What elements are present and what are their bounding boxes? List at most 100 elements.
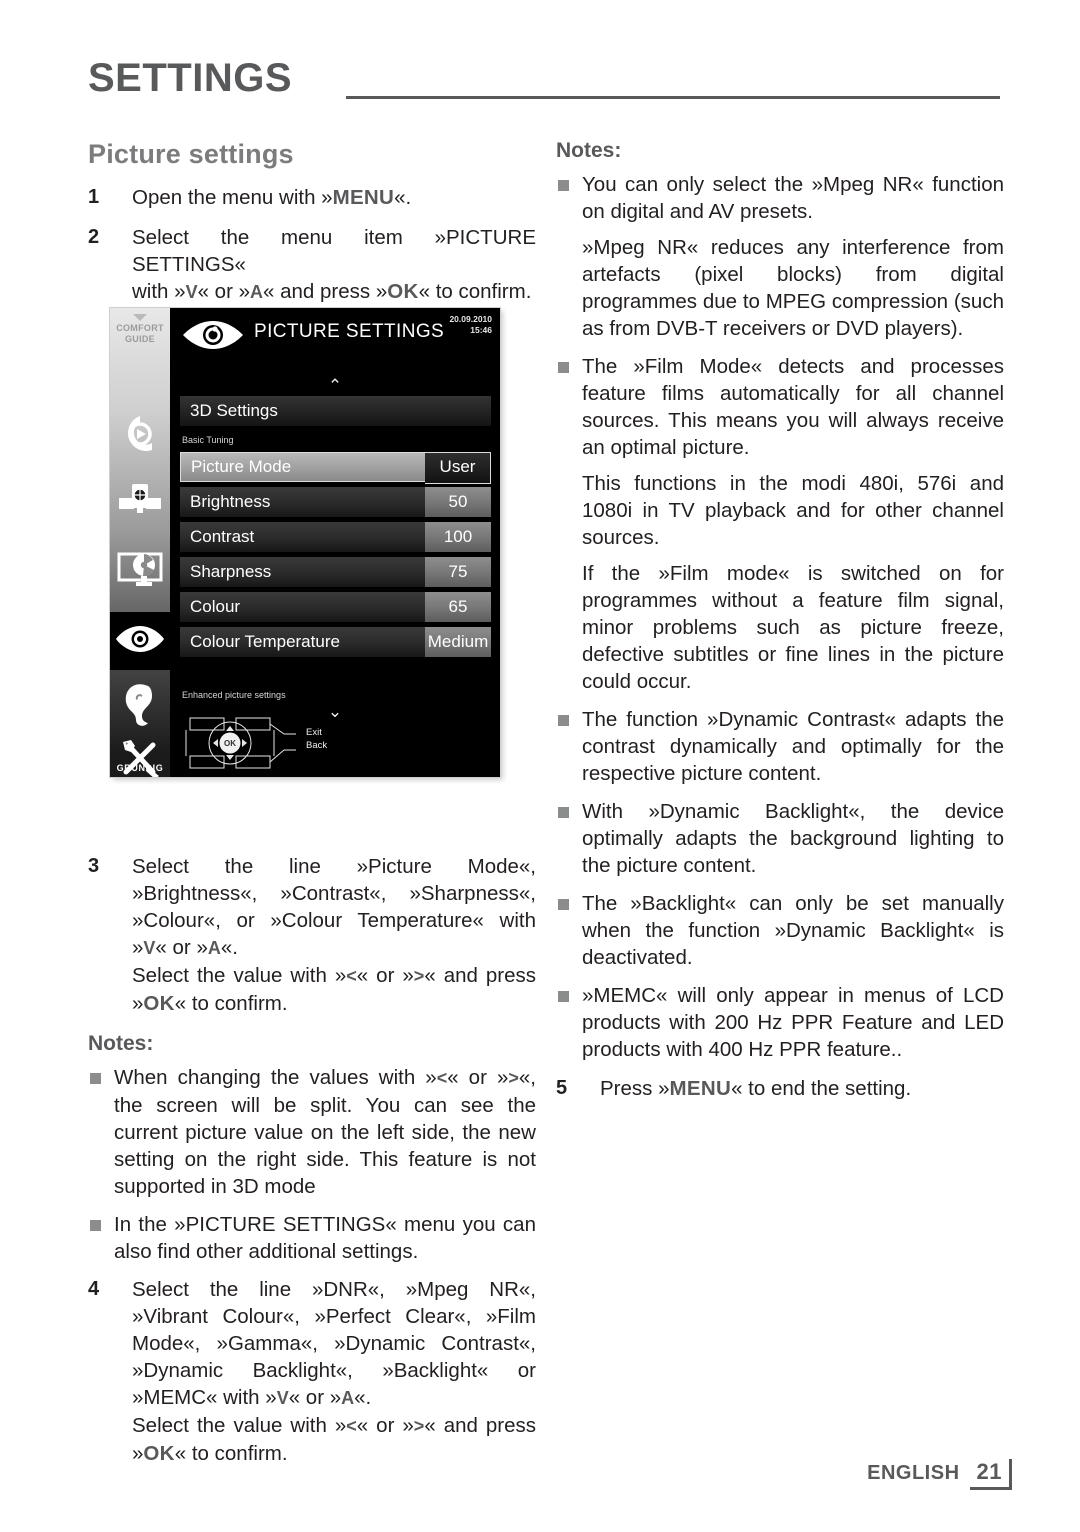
t: When changing the values with » — [114, 1066, 437, 1089]
note-text: The »Film Mode« detects and processes fe… — [582, 355, 1004, 459]
play-circle-icon — [127, 416, 152, 452]
comfort-guide-line-1: COMFORT — [116, 323, 164, 333]
menu-row-value: 65 — [425, 592, 491, 622]
bullet-square-icon — [558, 715, 569, 726]
step-5: 5 Press »MENU« to end the setting. — [556, 1075, 1004, 1102]
t: « or » — [288, 1386, 342, 1409]
step-3: 3 Select the line »Picture Mode«, »Brigh… — [88, 853, 536, 1017]
arrow-left-icon: < — [436, 1068, 448, 1088]
menu-row-3d-settings[interactable]: 3D Settings — [180, 396, 491, 426]
sidebar-item-media-play[interactable] — [110, 412, 170, 456]
menu-row[interactable]: Brightness 50 — [180, 487, 491, 517]
step-3-line-1: Select the line »Picture Mode«, »Brightn… — [132, 853, 536, 962]
caret-down-icon — [133, 314, 147, 321]
t: «. — [354, 1386, 372, 1409]
tv-menu-title: PICTURE SETTINGS — [254, 321, 445, 342]
bullet-square-icon — [558, 362, 569, 373]
note-item: In the »PICTURE SETTINGS« menu you can a… — [88, 1211, 536, 1265]
step-number: 4 — [88, 1278, 100, 1300]
page-footer: ENGLISH 21 — [867, 1459, 1012, 1490]
menu-group-enhanced: Enhanced picture settings — [182, 690, 286, 700]
step-1-text: Open the menu with »MENU«. — [132, 184, 536, 211]
header-rule — [346, 96, 1000, 99]
menu-group-basic-tuning: Basic Tuning — [182, 435, 234, 445]
menu-row-value: User — [425, 452, 491, 484]
sidebar-item-sound[interactable] — [110, 680, 170, 728]
eye-icon — [182, 319, 244, 356]
comfort-guide-label: COMFORT GUIDE — [110, 314, 170, 344]
t: « to confirm. — [174, 1442, 288, 1465]
menu-row-label: Colour — [180, 592, 425, 622]
remote-wheel-icon: OK — [185, 717, 296, 769]
bullet-square-icon — [558, 807, 569, 818]
tv-menu-datetime: 20.09.2010 15:46 — [449, 314, 492, 336]
ok-key: OK — [143, 992, 175, 1015]
manual-page: SETTINGS Picture settings 1 Open the men… — [0, 0, 1080, 1532]
menu-row-label: Sharpness — [180, 557, 425, 587]
menu-row[interactable]: Colour 65 — [180, 592, 491, 622]
chevron-up-icon[interactable]: ⌃ — [328, 377, 342, 394]
eye-icon — [116, 626, 164, 652]
step-number: 1 — [88, 186, 100, 208]
arrow-up-icon: A — [341, 1388, 355, 1408]
bullet-square-icon — [90, 1220, 101, 1231]
sidebar-item-picture-settings[interactable] — [110, 548, 170, 590]
t: « or » — [155, 936, 208, 959]
menu-row-value: 75 — [425, 557, 491, 587]
tv-menu-screenshot: COMFORT GUIDE GRUNDIG PICTURE SETTINGS 2… — [110, 308, 500, 777]
note-text: You can only select the »Mpeg NR« functi… — [582, 173, 1004, 223]
note-continuation: If the »Film mode« is switched on for pr… — [582, 562, 1004, 693]
bullet-square-icon — [90, 1073, 101, 1084]
note-item: You can only select the »Mpeg NR« functi… — [556, 171, 1004, 342]
step-2-line-2: with »V« or »A« and press »OK« to confir… — [132, 278, 536, 306]
menu-row-value: Medium — [425, 627, 491, 657]
step-1-text-b: «. — [394, 186, 412, 209]
note-text: The »Backlight« can only be set manually… — [582, 892, 1004, 969]
menu-row[interactable]: Contrast 100 — [180, 522, 491, 552]
t: «. — [220, 936, 238, 959]
grundig-logo: GRUNDIG — [116, 763, 164, 773]
t: Select the value with » — [132, 1414, 347, 1437]
sidebar-item-picture-active[interactable] — [110, 624, 170, 654]
menu-row[interactable]: Picture Mode User — [180, 452, 491, 484]
ok-key: OK — [143, 1442, 175, 1465]
step-number: 5 — [556, 1077, 568, 1099]
t: Press » — [600, 1077, 670, 1100]
back-label: Back — [306, 740, 328, 751]
ok-navigation-diagram: OK Exit Back — [184, 712, 384, 774]
t: « or » — [197, 280, 250, 303]
page-number: 21 — [969, 1459, 1012, 1490]
menu-row-label: Contrast — [180, 522, 425, 552]
note-item: With »Dynamic Backlight«, the device opt… — [556, 798, 1004, 879]
step-1-text-a: Open the menu with » — [132, 186, 333, 209]
right-column: Notes: You can only select the »Mpeg NR«… — [556, 138, 1004, 1115]
t: « or » — [356, 1414, 414, 1437]
arrow-right-icon: > — [413, 1416, 425, 1436]
arrow-left-icon: < — [346, 966, 357, 986]
note-continuation: This functions in the modi 480i, 576i an… — [582, 472, 1004, 549]
note-text: When changing the values with »<« or »>«… — [114, 1064, 536, 1200]
note-item: The function »Dynamic Contrast« adapts t… — [556, 706, 1004, 787]
arrow-down-icon: V — [276, 1388, 289, 1408]
note-item: The »Film Mode« detects and processes fe… — [556, 353, 1004, 695]
menu-row[interactable]: Sharpness 75 — [180, 557, 491, 587]
arrow-down-icon: V — [185, 282, 198, 302]
arrow-right-icon: > — [508, 1068, 519, 1088]
note-continuation: »Mpeg NR« reduces any interference from … — [582, 236, 1004, 340]
menu-row-label: Brightness — [180, 487, 425, 517]
bullet-square-icon — [558, 991, 569, 1002]
comfort-guide-line-2: GUIDE — [124, 333, 155, 344]
page-header: SETTINGS — [88, 56, 1000, 108]
t: « to confirm. — [174, 992, 288, 1015]
menu-key: MENU — [332, 186, 395, 209]
t: « or » — [356, 964, 414, 987]
note-item: The »Backlight« can only be set manually… — [556, 890, 1004, 971]
note-text: »MEMC« will only appear in menus of LCD … — [582, 984, 1004, 1061]
t: « to confirm. — [418, 280, 532, 303]
page-title: SETTINGS — [88, 56, 293, 100]
sidebar-item-source[interactable] — [110, 480, 170, 520]
ear-icon — [125, 684, 152, 726]
menu-row-value: 100 — [425, 522, 491, 552]
note-item: »MEMC« will only appear in menus of LCD … — [556, 982, 1004, 1063]
menu-row[interactable]: Colour Temperature Medium — [180, 627, 491, 657]
